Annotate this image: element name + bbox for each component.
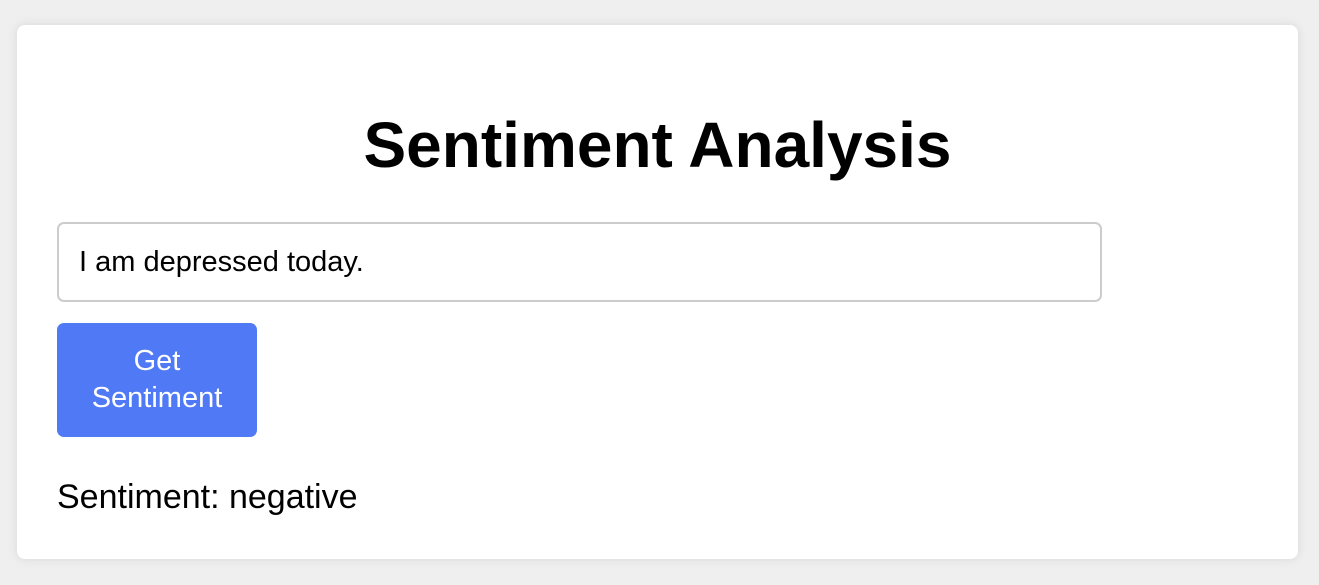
- sentiment-result: Sentiment: negative: [57, 478, 358, 516]
- page-title: Sentiment Analysis: [363, 109, 952, 181]
- get-sentiment-button[interactable]: Get Sentiment: [57, 323, 257, 437]
- sentiment-text-input[interactable]: [57, 222, 1102, 302]
- sentiment-card: Sentiment Analysis Get Sentiment Sentime…: [17, 25, 1298, 559]
